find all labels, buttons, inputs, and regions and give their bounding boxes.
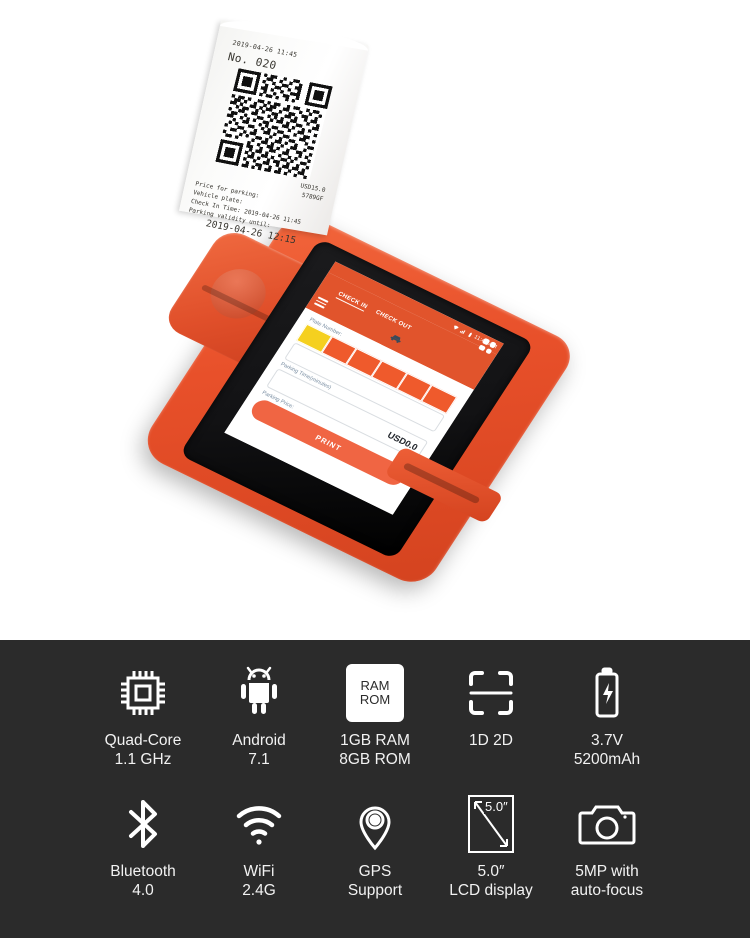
spec-bluetooth-text: Bluetooth 4.0: [110, 862, 176, 900]
spec-memory: RAM ROM 1GB RAM 8GB ROM: [317, 662, 433, 769]
spec-lcd-text: 5.0″ LCD display: [449, 862, 533, 900]
bluetooth-icon: [115, 793, 171, 855]
spec-line2: 2.4G: [242, 882, 276, 899]
memory-icon: RAM ROM: [346, 662, 404, 724]
spec-camera: 5MP with auto-focus: [549, 793, 665, 900]
spec-battery-text: 3.7V 5200mAh: [574, 731, 640, 769]
spec-line1: 1D 2D: [469, 732, 513, 749]
spec-gps: GPS Support: [317, 793, 433, 900]
memory-badge-ram: RAM: [360, 678, 390, 693]
spec-line1: Android: [232, 732, 286, 749]
barcode-scan-icon: [463, 662, 519, 724]
car-icon: [388, 330, 406, 345]
back-triangle-icon[interactable]: ◁: [239, 455, 248, 464]
battery-icon: [579, 662, 635, 724]
spec-row-1: Quad-Core 1.1 GHz Android 7.1 RAM ROM 1G…: [0, 662, 750, 769]
spec-row-2: Bluetooth 4.0 WiFi 2.4G GPS Support 5.0″…: [0, 793, 750, 900]
pos-terminal: 11:47 AM CHECK IN CHECK OUT: [135, 207, 581, 604]
spec-line1: 5MP with: [575, 863, 639, 880]
spec-line2: 1.1 GHz: [114, 751, 172, 768]
spec-line1: GPS: [358, 863, 392, 880]
spec-line2: Support: [347, 882, 403, 899]
battery-icon: [466, 331, 473, 337]
gps-pin-icon: [347, 793, 403, 855]
qr-code-icon: [215, 68, 333, 180]
signal-icon: [459, 327, 466, 334]
wifi-icon: [451, 324, 459, 330]
spec-barcode: 1D 2D: [433, 662, 549, 769]
spec-camera-text: 5MP with auto-focus: [571, 862, 643, 900]
spec-wifi-text: WiFi 2.4G: [242, 862, 276, 900]
spec-line1: 5.0″: [477, 863, 505, 880]
home-circle-icon[interactable]: ◯: [295, 482, 306, 492]
lcd-size-badge: 5.0″: [484, 799, 509, 814]
hamburger-menu-icon[interactable]: [313, 296, 329, 310]
spec-barcode-text: 1D 2D: [469, 731, 513, 750]
spec-gps-text: GPS Support: [348, 862, 402, 900]
memory-badge-rom: ROM: [359, 692, 391, 707]
printed-receipt: 2019-04-26 11:45 No. 020 USD15.0 5789GF …: [179, 19, 370, 246]
spec-memory-text: 1GB RAM 8GB ROM: [339, 731, 410, 769]
android-icon: [231, 662, 287, 724]
tab-check-in[interactable]: CHECK IN: [335, 291, 369, 312]
spec-line1: WiFi: [243, 863, 275, 880]
spec-bluetooth: Bluetooth 4.0: [85, 793, 201, 900]
cpu-chip-icon: [115, 662, 171, 724]
wifi-icon: [231, 793, 287, 855]
spec-line1: 3.7V: [591, 732, 623, 749]
spec-line1: 1GB RAM: [340, 732, 410, 749]
camera-icon: [578, 793, 636, 855]
spec-battery: 3.7V 5200mAh: [549, 662, 665, 769]
spec-line1: Bluetooth: [110, 863, 176, 880]
lcd-display-icon: 5.0″: [468, 793, 514, 855]
spec-line2: 7.1: [248, 751, 270, 768]
product-photo-area: 2019-04-26 11:45 No. 020 USD15.0 5789GF …: [0, 0, 750, 640]
spec-android-text: Android 7.1: [232, 731, 285, 769]
spec-line2: auto-focus: [570, 882, 644, 899]
spec-android: Android 7.1: [201, 662, 317, 769]
spec-panel: Quad-Core 1.1 GHz Android 7.1 RAM ROM 1G…: [0, 640, 750, 938]
spec-quad-core: Quad-Core 1.1 GHz: [85, 662, 201, 769]
spec-line2: 8GB ROM: [339, 751, 411, 768]
spec-lcd: 5.0″ 5.0″ LCD display: [433, 793, 549, 900]
recents-square-icon[interactable]: □: [353, 511, 361, 515]
spec-wifi: WiFi 2.4G: [201, 793, 317, 900]
spec-line2: 5200mAh: [573, 751, 641, 768]
spec-quad-core-text: Quad-Core 1.1 GHz: [105, 731, 182, 769]
spec-line2: 4.0: [132, 882, 154, 899]
spec-line1: Quad-Core: [104, 732, 182, 749]
spec-line2: LCD display: [449, 882, 533, 899]
